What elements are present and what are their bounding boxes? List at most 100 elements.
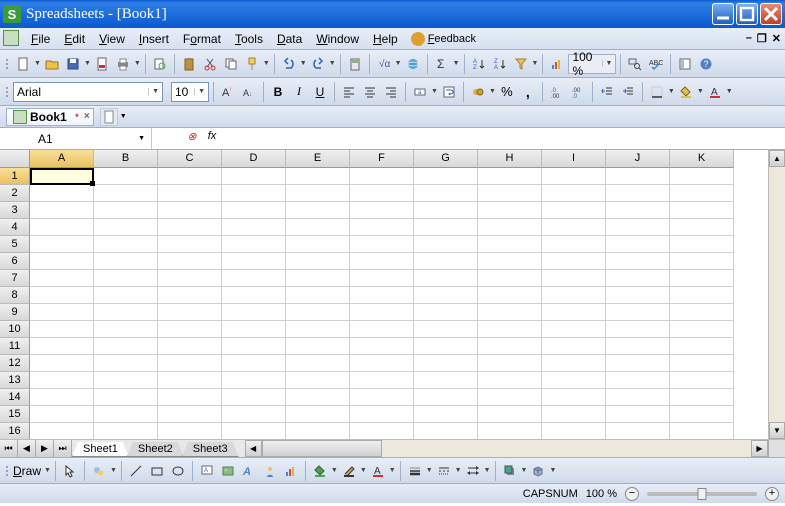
autofilter-button[interactable] (511, 54, 531, 74)
cell[interactable] (158, 338, 222, 355)
cell[interactable] (542, 168, 606, 185)
cell[interactable] (222, 202, 286, 219)
print-preview-button[interactable] (150, 54, 170, 74)
cell[interactable] (94, 321, 158, 338)
column-header[interactable]: E (286, 150, 350, 168)
cell[interactable] (478, 304, 542, 321)
close-button[interactable] (760, 3, 782, 25)
cell[interactable] (94, 185, 158, 202)
cell[interactable] (158, 253, 222, 270)
cell[interactable] (286, 389, 350, 406)
row-header[interactable]: 1 (0, 168, 30, 185)
cell[interactable] (670, 423, 734, 439)
cell[interactable] (350, 219, 414, 236)
cell[interactable] (542, 253, 606, 270)
menu-insert[interactable]: Insert (132, 30, 176, 48)
cell[interactable] (30, 304, 94, 321)
cell[interactable] (542, 287, 606, 304)
row-header[interactable]: 7 (0, 270, 30, 287)
merge-cells-button[interactable]: a (410, 82, 430, 102)
formula-input[interactable] (222, 128, 785, 149)
cell[interactable] (286, 287, 350, 304)
vertical-scrollbar[interactable]: ▲ ▼ (768, 150, 785, 439)
cell[interactable] (606, 253, 670, 270)
cell[interactable] (478, 321, 542, 338)
toolbar-grip[interactable] (6, 87, 12, 97)
row-header[interactable]: 2 (0, 185, 30, 202)
menu-format[interactable]: Format (176, 30, 228, 48)
cell[interactable] (606, 338, 670, 355)
cell[interactable] (30, 236, 94, 253)
font-color-button[interactable]: A (705, 82, 725, 102)
document-map-button[interactable] (675, 54, 695, 74)
cell[interactable] (542, 236, 606, 253)
cell[interactable] (286, 236, 350, 253)
cell[interactable] (414, 321, 478, 338)
cells-area[interactable] (30, 168, 734, 439)
hscroll-thumb[interactable] (262, 440, 382, 457)
cell[interactable] (606, 423, 670, 439)
cell[interactable] (30, 372, 94, 389)
cell[interactable] (30, 185, 94, 202)
cell[interactable] (350, 338, 414, 355)
row-header[interactable]: 12 (0, 355, 30, 372)
last-sheet-button[interactable]: ⏭ (54, 440, 72, 457)
cell[interactable] (350, 372, 414, 389)
cell[interactable] (222, 253, 286, 270)
scroll-left-button[interactable]: ◀ (245, 440, 262, 457)
cell[interactable] (606, 389, 670, 406)
align-right-button[interactable] (381, 82, 401, 102)
menu-tools[interactable]: Tools (228, 30, 270, 48)
sort-desc-button[interactable]: ZA (490, 54, 510, 74)
export-pdf-button[interactable] (92, 54, 112, 74)
cell[interactable] (606, 304, 670, 321)
column-header[interactable]: F (350, 150, 414, 168)
spellcheck-button[interactable]: ABC (646, 54, 666, 74)
cell[interactable] (158, 321, 222, 338)
cell[interactable] (350, 236, 414, 253)
cell[interactable] (670, 406, 734, 423)
cell[interactable] (478, 372, 542, 389)
cell[interactable] (94, 338, 158, 355)
wordart-button[interactable]: A (239, 461, 259, 481)
save-button[interactable] (63, 54, 83, 74)
cell[interactable] (222, 321, 286, 338)
column-header[interactable]: I (542, 150, 606, 168)
cell[interactable] (158, 202, 222, 219)
sort-asc-button[interactable]: AZ (469, 54, 489, 74)
cell[interactable] (30, 270, 94, 287)
new-button[interactable] (13, 54, 33, 74)
font-combo[interactable]: Arial▼ (13, 82, 163, 102)
cell[interactable] (350, 185, 414, 202)
cell[interactable] (94, 287, 158, 304)
cell[interactable] (286, 185, 350, 202)
cell[interactable] (350, 287, 414, 304)
cell[interactable] (158, 287, 222, 304)
help-button[interactable]: ? (696, 54, 716, 74)
line-color-button[interactable] (339, 461, 359, 481)
cell[interactable] (670, 219, 734, 236)
cell[interactable] (606, 406, 670, 423)
column-header[interactable]: J (606, 150, 670, 168)
row-header[interactable]: 13 (0, 372, 30, 389)
row-header[interactable]: 11 (0, 338, 30, 355)
scroll-down-button[interactable]: ▼ (769, 422, 785, 439)
maximize-button[interactable] (736, 3, 758, 25)
menu-file[interactable]: FFileile (24, 30, 57, 48)
decrease-font-button[interactable]: A↓ (239, 82, 259, 102)
cell[interactable] (414, 406, 478, 423)
mdi-restore-button[interactable]: ❐ (757, 32, 767, 45)
column-header[interactable]: K (670, 150, 734, 168)
cell[interactable] (222, 185, 286, 202)
column-header[interactable]: H (478, 150, 542, 168)
arrow-style-button[interactable] (463, 461, 483, 481)
cell[interactable] (606, 372, 670, 389)
cell[interactable] (350, 168, 414, 185)
open-button[interactable] (42, 54, 62, 74)
cell[interactable] (606, 219, 670, 236)
cell[interactable] (286, 321, 350, 338)
scroll-right-button[interactable]: ▶ (751, 440, 768, 457)
cell[interactable] (94, 253, 158, 270)
row-header[interactable]: 4 (0, 219, 30, 236)
zoom-in-button[interactable]: + (765, 487, 779, 501)
